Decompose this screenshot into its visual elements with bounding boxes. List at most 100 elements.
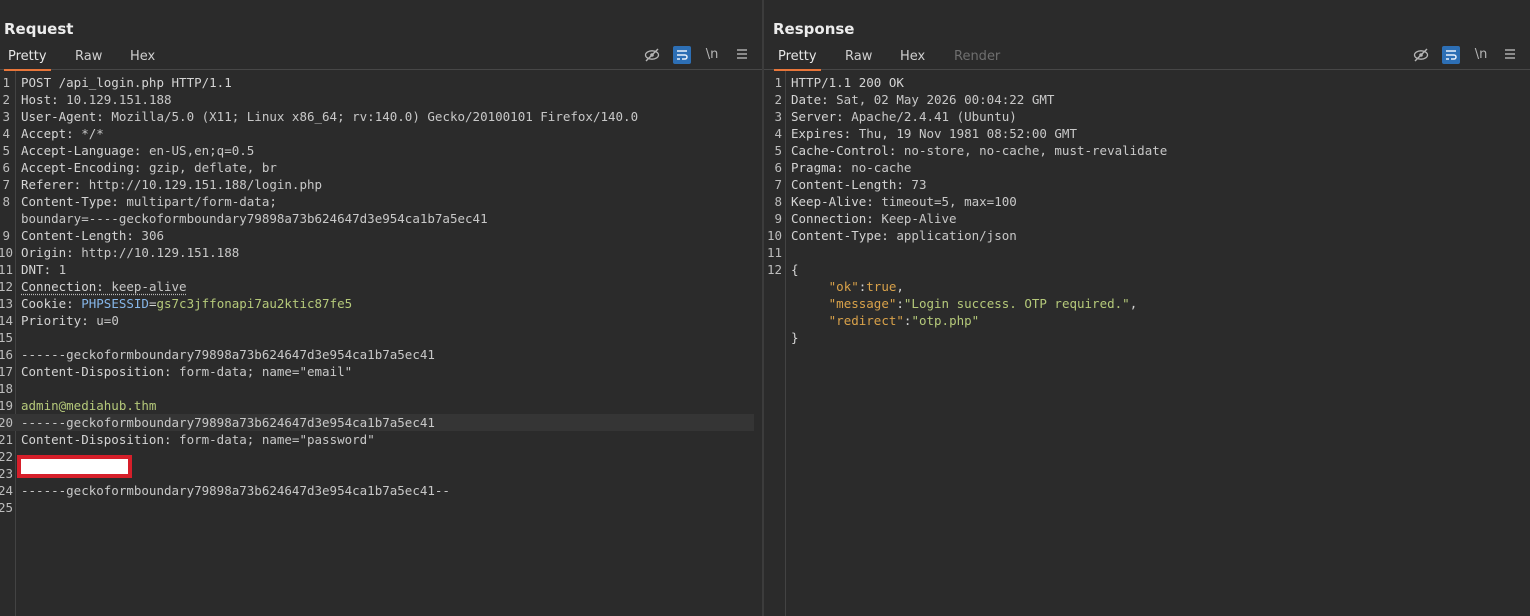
token: Accept-Language: xyxy=(21,143,149,158)
code-line[interactable]: 4 Accept: */* xyxy=(0,125,754,142)
tab-hex[interactable]: Hex xyxy=(130,49,155,70)
request-editor[interactable]: 1 POST /api_login.php HTTP/1.1 2 Host: 10.1… xyxy=(0,71,762,616)
token: Mozilla/5.0 (X11; Linux x86_64; rv:140.0… xyxy=(111,109,639,124)
code-line[interactable]: 16 ------geckoformboundary79898a73b624647… xyxy=(0,346,754,363)
eye-off-icon[interactable] xyxy=(643,46,661,64)
code-line[interactable]: 19 admin@mediahub.thm xyxy=(0,397,754,414)
code-line[interactable]: 7 Content-Length: 73 xyxy=(764,176,1522,193)
response-code[interactable]: 1 HTTP/1.1 200 OK 2 Date: Sat, 02 May 2026 … xyxy=(764,74,1522,346)
line-text: { xyxy=(791,261,799,278)
line-number: 12 xyxy=(766,262,782,277)
line-text: Connection: Keep-Alive xyxy=(791,210,957,227)
line-text: Content-Disposition: form-data; name="em… xyxy=(21,363,352,380)
token: http://10.129.151.188 xyxy=(81,245,240,260)
line-number: 11 xyxy=(766,245,782,260)
code-line[interactable]: 6 Accept-Encoding: gzip, deflate, br xyxy=(0,159,754,176)
code-line[interactable]: 20 ------geckoformboundary79898a73b624647… xyxy=(0,414,754,431)
code-line[interactable]: 1 POST /api_login.php HTTP/1.1 xyxy=(0,74,754,91)
code-line[interactable]: 10 Origin: http://10.129.151.188 xyxy=(0,244,754,261)
code-line[interactable]: 8 Keep-Alive: timeout=5, max=100 xyxy=(764,193,1522,210)
response-title: Response xyxy=(773,20,855,38)
token: "Login success. OTP required." xyxy=(903,296,1130,311)
line-number: 17 xyxy=(0,364,14,379)
code-line[interactable]: boundary=----geckoformboundary79898a73b6… xyxy=(0,210,754,227)
token: Accept-Encoding: xyxy=(21,160,149,175)
token: , xyxy=(896,279,904,294)
line-text: Priority: u=0 xyxy=(21,312,119,329)
code-line[interactable]: "redirect":"otp.php" xyxy=(764,312,1522,329)
line-number: 16 xyxy=(0,347,14,362)
token: Thu, 19 Nov 1981 08:52:00 GMT xyxy=(858,126,1077,141)
code-line[interactable]: 12 { xyxy=(764,261,1522,278)
token: "email" xyxy=(299,364,353,379)
response-editor[interactable]: 1 HTTP/1.1 200 OK 2 Date: Sat, 02 May 2026 … xyxy=(764,71,1530,616)
request-code[interactable]: 1 POST /api_login.php HTTP/1.1 2 Host: 10.1… xyxy=(0,74,754,516)
token: form-data; name= xyxy=(179,432,300,447)
code-line[interactable]: } xyxy=(764,329,1522,346)
token: PHPSESSID xyxy=(81,296,149,311)
menu-icon[interactable] xyxy=(733,46,751,64)
token: Expires: xyxy=(791,126,859,141)
code-line[interactable]: 15 xyxy=(0,329,754,346)
token: Accept: xyxy=(21,126,82,141)
newline-toggle[interactable]: \n xyxy=(1472,46,1490,64)
code-line[interactable]: 8 Content-Type: multipart/form-data; xyxy=(0,193,754,210)
code-line[interactable]: 2 Host: 10.129.151.188 xyxy=(0,91,754,108)
line-number: 22 xyxy=(0,449,14,464)
code-line[interactable]: 9 Connection: Keep-Alive xyxy=(764,210,1522,227)
eye-off-icon[interactable] xyxy=(1412,46,1430,64)
code-line[interactable]: 3 User-Agent: Mozilla/5.0 (X11; Linux x86… xyxy=(0,108,754,125)
tab-pretty[interactable]: Pretty xyxy=(4,49,51,71)
code-line[interactable]: 25 xyxy=(0,499,754,516)
code-line[interactable]: 1 HTTP/1.1 200 OK xyxy=(764,74,1522,91)
token: ------geckoformboundary79898a73b624647d3… xyxy=(21,347,435,362)
code-line[interactable]: 21 Content-Disposition: form-data; name="… xyxy=(0,431,754,448)
tab-hex[interactable]: Hex xyxy=(900,49,925,70)
menu-icon[interactable] xyxy=(1501,46,1519,64)
line-number: 19 xyxy=(0,398,14,413)
line-text: Expires: Thu, 19 Nov 1981 08:52:00 GMT xyxy=(791,125,1077,142)
code-line[interactable]: 13 Cookie: PHPSESSID=gs7c3jffonapi7au2kti… xyxy=(0,295,754,312)
code-line[interactable]: 18 xyxy=(0,380,754,397)
code-line[interactable]: 5 Cache-Control: no-store, no-cache, must… xyxy=(764,142,1522,159)
code-line[interactable]: 9 Content-Length: 306 xyxy=(0,227,754,244)
code-line[interactable]: "ok":true, xyxy=(764,278,1522,295)
code-line[interactable]: 7 Referer: http://10.129.151.188/login.ph… xyxy=(0,176,754,193)
code-line[interactable]: 10 Content-Type: application/json xyxy=(764,227,1522,244)
wrap-lines-icon[interactable] xyxy=(1442,46,1460,64)
code-line[interactable]: 12 Connection: keep-alive xyxy=(0,278,754,295)
token: Date: xyxy=(791,92,837,107)
code-line[interactable]: 11 xyxy=(764,244,1522,261)
code-line[interactable]: 6 Pragma: no-cache xyxy=(764,159,1522,176)
newline-toggle[interactable]: \n xyxy=(703,46,721,64)
wrap-lines-icon[interactable] xyxy=(673,46,691,64)
token: true xyxy=(866,279,897,294)
line-text: POST /api_login.php HTTP/1.1 xyxy=(21,74,232,91)
code-line[interactable]: 4 Expires: Thu, 19 Nov 1981 08:52:00 GMT xyxy=(764,125,1522,142)
line-text: "redirect":"otp.php" xyxy=(791,312,980,329)
line-number: 23 xyxy=(0,466,14,481)
tab-raw[interactable]: Raw xyxy=(845,49,872,70)
token: Priority: xyxy=(21,313,97,328)
tab-pretty[interactable]: Pretty xyxy=(774,49,821,71)
request-pane: Request Pretty Raw Hex \n 1 POST /api_log… xyxy=(0,0,762,616)
tab-raw[interactable]: Raw xyxy=(75,49,102,70)
code-line[interactable]: 14 Priority: u=0 xyxy=(0,312,754,329)
code-line[interactable]: "message":"Login success. OTP required."… xyxy=(764,295,1522,312)
line-number: 5 xyxy=(2,143,10,158)
code-line[interactable]: 11 DNT: 1 xyxy=(0,261,754,278)
line-text: ------geckoformboundary79898a73b624647d3… xyxy=(21,482,450,499)
code-line[interactable]: 3 Server: Apache/2.4.41 (Ubuntu) xyxy=(764,108,1522,125)
line-text: "message":"Login success. OTP required."… xyxy=(791,295,1138,312)
tab-render[interactable]: Render xyxy=(954,49,1000,70)
code-line[interactable]: 24 ------geckoformboundary79898a73b624647… xyxy=(0,482,754,499)
token: no-cache xyxy=(851,160,912,175)
token: u=0 xyxy=(96,313,119,328)
token: form-data; name= xyxy=(179,364,300,379)
code-line[interactable]: 17 Content-Disposition: form-data; name="… xyxy=(0,363,754,380)
code-line[interactable]: 5 Accept-Language: en-US,en;q=0.5 xyxy=(0,142,754,159)
token: 1 xyxy=(58,262,67,277)
token: Content-Disposition: xyxy=(21,432,180,447)
line-text: Accept: */* xyxy=(21,125,104,142)
code-line[interactable]: 2 Date: Sat, 02 May 2026 00:04:22 GMT xyxy=(764,91,1522,108)
